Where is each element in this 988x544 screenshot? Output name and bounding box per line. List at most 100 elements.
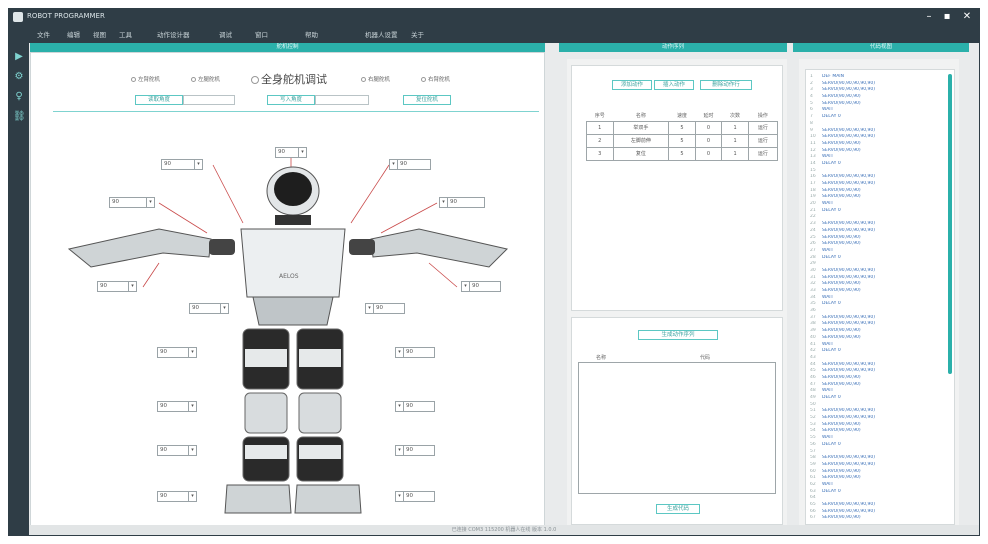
code-line: 53 SERVO(90,90,90) <box>810 422 944 429</box>
code-text: DELAY 0 <box>822 441 841 447</box>
table-cell[interactable]: 复位 <box>612 146 670 161</box>
line-number: 13 <box>810 154 816 160</box>
menu-robot-settings[interactable]: 机器人设置 <box>365 29 398 39</box>
servo-select-right-thigh[interactable]: ▾ 90 <box>395 347 435 358</box>
table-cell[interactable]: 5 <box>668 120 696 135</box>
minimize-button[interactable]: – <box>921 10 937 24</box>
servo-select-left-upper-arm[interactable]: 90 ▾ <box>109 197 155 208</box>
line-number: 39 <box>810 328 816 334</box>
code-line: 51 SERVO(90,90,90,90,90) <box>810 408 944 415</box>
servo-select-left-shoulder[interactable]: 90 ▾ <box>161 159 203 170</box>
code-line: 11 SERVO(90,90,90) <box>810 141 944 148</box>
network-icon[interactable]: ⛓ <box>13 111 26 123</box>
menu-action-designer[interactable]: 动作设计器 <box>157 29 190 39</box>
left-knee-shape <box>244 392 288 434</box>
servo-select-left-hand[interactable]: 90 ▾ <box>97 281 137 292</box>
line-number: 65 <box>810 502 816 507</box>
tab-insert-action[interactable]: 插入动作 <box>654 80 694 90</box>
generate-sequence-button[interactable]: 生成动作序列 <box>638 330 718 340</box>
maximize-button[interactable]: ▪ <box>939 10 955 24</box>
table-cell[interactable]: 0 <box>694 120 723 135</box>
column-header: 名称 <box>635 113 646 120</box>
menu-help[interactable]: 帮助 <box>305 29 318 39</box>
run-button[interactable]: 运行 <box>747 120 779 135</box>
menu-window[interactable]: 窗口 <box>255 29 268 39</box>
tab-delete-row[interactable]: 删除动作行 <box>700 80 752 90</box>
left-shoulder-joint <box>209 239 235 255</box>
chevron-down-icon: ▾ <box>194 160 202 169</box>
menu-about[interactable]: 关于 <box>411 29 424 39</box>
code-text: SERVO(90,90,90,90,90) <box>822 87 875 93</box>
sequence-list[interactable] <box>578 362 776 494</box>
line-number: 1 <box>810 74 813 79</box>
line-number: 60 <box>810 468 816 474</box>
code-text: SERVO(90,90,90,90,90) <box>822 174 875 180</box>
table-cell[interactable]: 0 <box>694 146 723 161</box>
servo-select-right-upper-arm[interactable]: ▾ 90 <box>439 197 485 208</box>
code-text: WAIT <box>822 294 834 300</box>
status-bar: 已连接 COM3 115200 机器人在线 版本 1.0.0 <box>29 525 979 535</box>
table-row[interactable]: 1 举双手 5 0 1 运行 <box>586 120 779 135</box>
table-cell[interactable]: 左脚前伸 <box>612 133 670 148</box>
run-button[interactable]: 运行 <box>747 146 779 161</box>
code-line: 29 <box>810 261 944 268</box>
servo-select-right-hip[interactable]: ▾ 90 <box>365 303 405 314</box>
menu-file[interactable]: 文件 <box>37 29 50 39</box>
code-text: DELAY 0 <box>822 301 841 307</box>
servo-select-head[interactable]: 90 ▾ <box>275 147 307 158</box>
servo-select-right-hand[interactable]: ▾ 90 <box>461 281 501 292</box>
line-number: 37 <box>810 314 816 320</box>
line-number: 47 <box>810 381 816 387</box>
code-text: DELAY 0 <box>822 114 841 120</box>
table-cell: 1 <box>586 120 614 135</box>
servo-select-left-foot[interactable]: 90 ▾ <box>157 491 197 502</box>
servo-select-left-hip[interactable]: 90 ▾ <box>189 303 229 314</box>
code-text: SERVO(90,90,90) <box>822 100 861 106</box>
line-number: 11 <box>810 140 816 146</box>
code-line: 50 <box>810 402 944 409</box>
code-text: SERVO(90,90,90,90,90) <box>822 408 875 414</box>
code-line: 54 SERVO(90,90,90) <box>810 428 944 435</box>
servo-icon[interactable]: ⚙ <box>13 71 25 83</box>
servo-select-left-shin[interactable]: 90 ▾ <box>157 445 197 456</box>
code-text: SERVO(90,90,90) <box>822 94 861 100</box>
code-editor[interactable]: 1 DEF MAIN 2 SERVO(90,90,90,90,90) 3 SERVO(90… <box>805 69 955 525</box>
line-number: 36 <box>810 308 816 314</box>
code-line: 55 WAIT <box>810 435 944 442</box>
run-button[interactable]: 运行 <box>747 133 779 148</box>
servo-select-left-knee[interactable]: 90 ▾ <box>157 401 197 412</box>
code-text: SERVO(90,90,90) <box>822 428 861 434</box>
servo-select-right-foot[interactable]: ▾ 90 <box>395 491 435 502</box>
servo-select-right-knee[interactable]: ▾ 90 <box>395 401 435 412</box>
table-cell[interactable]: 1 <box>721 133 749 148</box>
code-line: 6 WAIT <box>810 107 944 114</box>
table-cell[interactable]: 1 <box>721 146 749 161</box>
figure-icon[interactable]: ♀ <box>13 91 25 103</box>
servo-select-left-thigh[interactable]: 90 ▾ <box>157 347 197 358</box>
table-cell[interactable]: 0 <box>694 133 723 148</box>
play-icon[interactable]: ▶ <box>13 51 25 63</box>
table-row[interactable]: 3 复位 5 0 1 运行 <box>586 146 779 161</box>
menu-view[interactable]: 视图 <box>93 29 106 39</box>
line-number: 62 <box>810 481 816 487</box>
table-cell[interactable]: 5 <box>668 146 696 161</box>
line-number: 17 <box>810 181 816 186</box>
servo-select-right-shin[interactable]: ▾ 90 <box>395 445 435 456</box>
close-button[interactable]: ✕ <box>959 10 975 24</box>
menu-edit[interactable]: 编辑 <box>67 29 80 39</box>
code-scrollbar[interactable] <box>948 74 952 374</box>
table-row[interactable]: 2 左脚前伸 5 0 1 运行 <box>586 133 779 148</box>
servo-select-right-shoulder[interactable]: ▾ 90 <box>389 159 431 170</box>
table-cell[interactable]: 5 <box>668 133 696 148</box>
tab-add-action[interactable]: 添加动作 <box>612 80 652 90</box>
menu-debug[interactable]: 调试 <box>219 29 232 39</box>
table-cell[interactable]: 举双手 <box>612 120 670 135</box>
generate-code-button[interactable]: 生成代码 <box>656 504 700 514</box>
left-thigh-cover <box>245 349 287 367</box>
menu-tools[interactable]: 工具 <box>119 29 132 39</box>
table-cell[interactable]: 1 <box>721 120 749 135</box>
code-text: DEF MAIN <box>822 74 844 79</box>
servo-value: 90 <box>406 447 413 453</box>
code-line: 10 SERVO(90,90,90,90,90) <box>810 134 944 141</box>
code-line: 47 SERVO(90,90,90) <box>810 382 944 389</box>
